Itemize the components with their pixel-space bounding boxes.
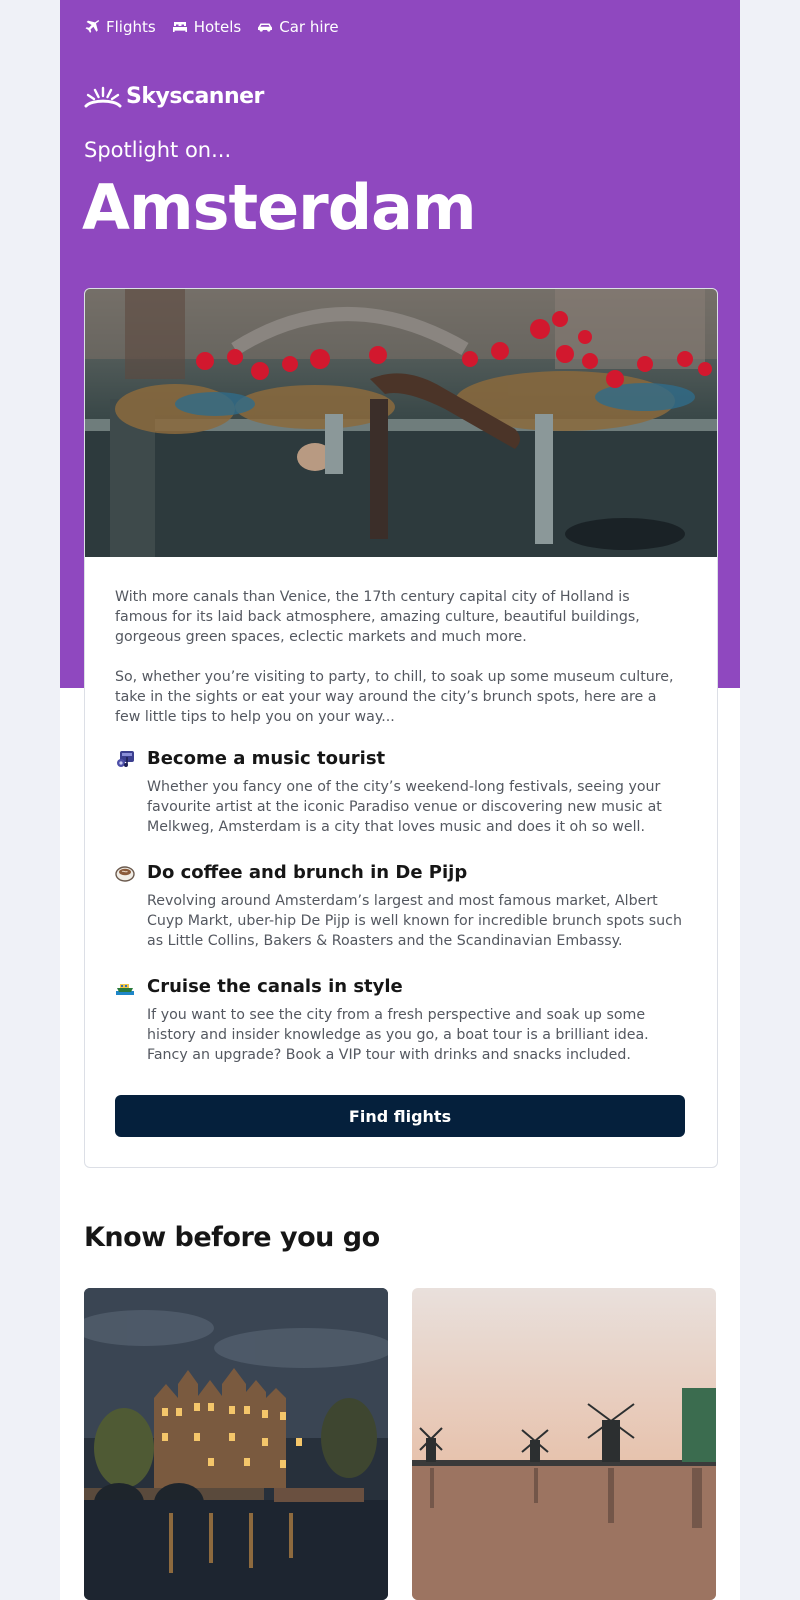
tip-coffee: Do coffee and brunch in De Pijp Revolvin… xyxy=(115,861,685,951)
nav-hotels-label: Hotels xyxy=(193,18,242,36)
tip-canals-text: If you want to see the city from a fresh… xyxy=(147,1007,649,1063)
hero-kicker: Spotlight on... xyxy=(84,138,232,162)
find-flights-button[interactable]: Find flights xyxy=(115,1095,685,1137)
tip-coffee-text: Revolving around Amsterdam’s largest and… xyxy=(147,893,682,949)
windmills-photo xyxy=(412,1288,716,1600)
tip-coffee-title: Do coffee and brunch in De Pijp xyxy=(147,862,468,883)
intro-paragraph-2: So, whether you’re visiting to party, to… xyxy=(115,669,674,725)
tip-music-text: Whether you fancy one of the city’s week… xyxy=(147,779,662,835)
nav-flights[interactable]: Flights xyxy=(84,18,156,36)
sunrise-icon xyxy=(84,85,122,109)
boat-icon xyxy=(116,984,134,995)
bed-icon xyxy=(172,19,188,35)
section-title: Know before you go xyxy=(84,1222,380,1253)
skyscanner-logo[interactable]: Skyscanner xyxy=(84,84,264,109)
spotlight-card: With more canals than Venice, the 17th c… xyxy=(84,288,718,1168)
tip-music-title: Become a music tourist xyxy=(147,748,386,769)
nav-car-hire-label: Car hire xyxy=(279,18,339,36)
plane-icon xyxy=(84,19,100,35)
card-body: With more canals than Venice, the 17th c… xyxy=(115,587,685,1089)
tip-canals: Cruise the canals in style If you want t… xyxy=(115,975,685,1065)
car-icon xyxy=(257,19,273,35)
hero-city-title: Amsterdam xyxy=(82,171,477,244)
music-icon xyxy=(117,751,134,767)
canal-flowers-bicycle-photo xyxy=(85,289,717,557)
nav-hotels[interactable]: Hotels xyxy=(172,18,242,36)
article-card-windmills[interactable] xyxy=(412,1288,716,1600)
nav-car-hire[interactable]: Car hire xyxy=(257,18,339,36)
top-navigation: Flights Hotels Car hire xyxy=(84,18,339,36)
logo-wordmark: Skyscanner xyxy=(126,84,264,109)
canal-houses-night-photo xyxy=(84,1288,388,1600)
intro-paragraph-1: With more canals than Venice, the 17th c… xyxy=(115,589,640,645)
coffee-icon xyxy=(115,866,135,882)
article-card-canal-houses[interactable] xyxy=(84,1288,388,1600)
email-container: Flights Hotels Car hire Skyscanner Spotl… xyxy=(60,0,740,1600)
tip-canals-title: Cruise the canals in style xyxy=(147,976,403,997)
tip-music: Become a music tourist Whether you fancy… xyxy=(115,747,685,837)
nav-flights-label: Flights xyxy=(106,18,156,36)
